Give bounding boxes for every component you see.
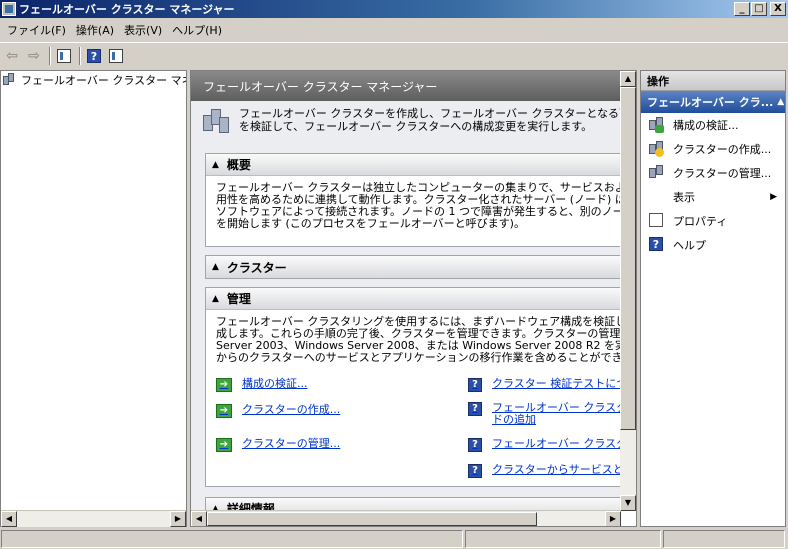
- management-text: フェールオーバー クラスタリングを使用するには、まずハードウェア構成を検証してか…: [216, 315, 621, 364]
- menu-file[interactable]: ファイル(F): [2, 22, 71, 38]
- window-title: フェールオーバー クラスター マネージャー: [19, 3, 235, 16]
- back-arrow-icon: ⇦: [6, 47, 18, 64]
- help-icon: ?: [468, 438, 482, 452]
- management-links: ➔ 構成の検証... ➔ クラスターの作成... ➔ クラスターの管理... ?…: [206, 364, 621, 478]
- action-create-cluster[interactable]: クラスターの作成...: [641, 137, 785, 161]
- forward-button[interactable]: ⇨: [24, 46, 44, 66]
- help-icon: ?: [468, 402, 482, 416]
- intro-text: フェールオーバー クラスターを作成し、フェールオーバー クラスターとなる可能性の…: [239, 107, 621, 133]
- help-icon: ?: [468, 464, 482, 478]
- status-bar: [0, 529, 788, 549]
- help-icon: ?: [87, 48, 101, 63]
- expand-icon: ▲: [212, 262, 219, 272]
- action-help[interactable]: ? ヘルプ: [641, 233, 785, 257]
- menu-bar: ファイル(F) 操作(A) 表示(V) ヘルプ(H): [0, 20, 788, 40]
- section-details: ▲ 詳細情報: [205, 497, 621, 511]
- maximize-button[interactable]: □: [751, 2, 767, 16]
- validate-configuration-link[interactable]: ➔ 構成の検証...: [216, 378, 308, 392]
- status-panel-1: [1, 530, 463, 548]
- manage-cluster-link[interactable]: ➔ クラスターの管理...: [216, 438, 340, 452]
- close-button[interactable]: X: [770, 2, 786, 16]
- scroll-up-button[interactable]: ▲: [620, 71, 636, 87]
- validate-icon: [649, 117, 665, 133]
- help-button[interactable]: ?: [84, 46, 104, 66]
- create-cluster-link[interactable]: ➔ クラスターの作成...: [216, 404, 340, 418]
- show-hide-action-pane-button[interactable]: [106, 46, 126, 66]
- help-icon: ?: [649, 237, 665, 253]
- section-overview-header[interactable]: ▲ 概要: [206, 154, 621, 176]
- scroll-thumb[interactable]: [207, 511, 537, 526]
- help-link-add-node[interactable]: ? フェールオーバー クラスターのノドの追加: [468, 402, 621, 426]
- tree-item-failover-cluster-manager[interactable]: フェールオーバー クラスター マネージャー: [1, 71, 186, 89]
- menu-view[interactable]: 表示(V): [119, 22, 167, 38]
- help-icon: ?: [468, 378, 482, 392]
- status-panel-3: [663, 530, 785, 548]
- forward-arrow-icon: ⇨: [28, 47, 40, 64]
- scroll-track[interactable]: [17, 510, 170, 527]
- action-validate-configuration[interactable]: 構成の検証...: [641, 113, 785, 137]
- scroll-right-button[interactable]: ▶: [605, 510, 621, 526]
- scroll-track[interactable]: [537, 510, 605, 526]
- scroll-down-button[interactable]: ▼: [620, 495, 636, 511]
- help-link-migrate-services[interactable]: ? クラスターからサービスとアプリ: [468, 464, 621, 478]
- actions-group-header[interactable]: フェールオーバー クラ... ▲: [641, 91, 785, 113]
- scroll-right-button[interactable]: ▶: [170, 510, 186, 527]
- intro: フェールオーバー クラスターを作成し、フェールオーバー クラスターとなる可能性の…: [191, 101, 621, 143]
- minimize-button[interactable]: _: [734, 2, 750, 16]
- console-tree: フェールオーバー クラスター マネージャー ◀ ▶: [0, 70, 187, 527]
- cluster-manager-icon: [201, 107, 231, 137]
- menu-action[interactable]: 操作(A): [71, 22, 119, 38]
- collapse-icon: ▲: [777, 97, 785, 107]
- results-horizontal-scrollbar[interactable]: ◀ ▶: [191, 510, 621, 526]
- section-overview: ▲ 概要 フェールオーバー クラスターは独立したコンピューターの集まりで、サービ…: [205, 153, 621, 247]
- help-link-failover-cluster[interactable]: ? フェールオーバー クラスターを: [468, 438, 621, 452]
- collapse-icon: ▲: [212, 159, 219, 170]
- create-cluster-icon: [649, 141, 665, 157]
- section-clusters: ▲ クラスター: [205, 255, 621, 279]
- scroll-left-button[interactable]: ◀: [1, 510, 17, 527]
- help-link-validation-tests[interactable]: ? クラスター 検証テストについて: [468, 378, 621, 392]
- action-manage-cluster[interactable]: クラスターの管理...: [641, 161, 785, 185]
- tree-horizontal-scrollbar[interactable]: ◀ ▶: [1, 510, 186, 527]
- submenu-arrow-icon: ▶: [770, 192, 777, 202]
- results-pane: フェールオーバー クラスター マネージャー フェールオーバー クラスターを作成し…: [190, 70, 637, 527]
- manage-cluster-icon: [649, 165, 665, 181]
- title-bar: フェールオーバー クラスター マネージャー _ □ X: [0, 0, 788, 18]
- overview-text: フェールオーバー クラスターは独立したコンピューターの集まりで、サービスおよびア…: [216, 181, 621, 230]
- toolbar-separator: [49, 46, 51, 65]
- action-view[interactable]: 表示 ▶: [641, 185, 785, 209]
- menu-help[interactable]: ヘルプ(H): [167, 22, 227, 38]
- action-pane-icon: [109, 48, 123, 63]
- properties-icon: [649, 213, 665, 229]
- green-arrow-icon: ➔: [216, 378, 232, 392]
- green-arrow-icon: ➔: [216, 438, 232, 452]
- scroll-thumb[interactable]: [620, 87, 636, 430]
- scroll-left-button[interactable]: ◀: [191, 510, 207, 526]
- toolbar-separator: [79, 46, 81, 65]
- toolbar: ⇦ ⇨ ?: [0, 42, 788, 68]
- app-icon: [2, 2, 16, 16]
- console-tree-icon: [57, 48, 71, 63]
- results-vertical-scrollbar[interactable]: ▲ ▼: [620, 71, 636, 511]
- show-hide-tree-button[interactable]: [54, 46, 74, 66]
- tree-item-label: フェールオーバー クラスター マネージャー: [21, 74, 186, 87]
- action-properties[interactable]: プロパティ: [641, 209, 785, 233]
- results-pane-body: フェールオーバー クラスターを作成し、フェールオーバー クラスターとなる可能性の…: [191, 101, 621, 511]
- collapse-icon: ▲: [212, 293, 219, 304]
- cluster-icon: [3, 73, 17, 87]
- back-button[interactable]: ⇦: [2, 46, 22, 66]
- status-panel-2: [465, 530, 661, 548]
- green-arrow-icon: ➔: [216, 404, 232, 418]
- section-clusters-header[interactable]: ▲ クラスター: [206, 256, 621, 278]
- results-pane-header: フェールオーバー クラスター マネージャー: [191, 71, 621, 101]
- section-management: ▲ 管理 フェールオーバー クラスタリングを使用するには、まずハードウェア構成を…: [205, 287, 621, 487]
- section-management-header[interactable]: ▲ 管理: [206, 288, 621, 310]
- blank-icon: [649, 189, 665, 205]
- actions-pane: 操作 フェールオーバー クラ... ▲ 構成の検証... クラスターの作成...…: [640, 70, 786, 527]
- scroll-track[interactable]: [620, 430, 636, 495]
- actions-pane-header: 操作: [641, 71, 785, 91]
